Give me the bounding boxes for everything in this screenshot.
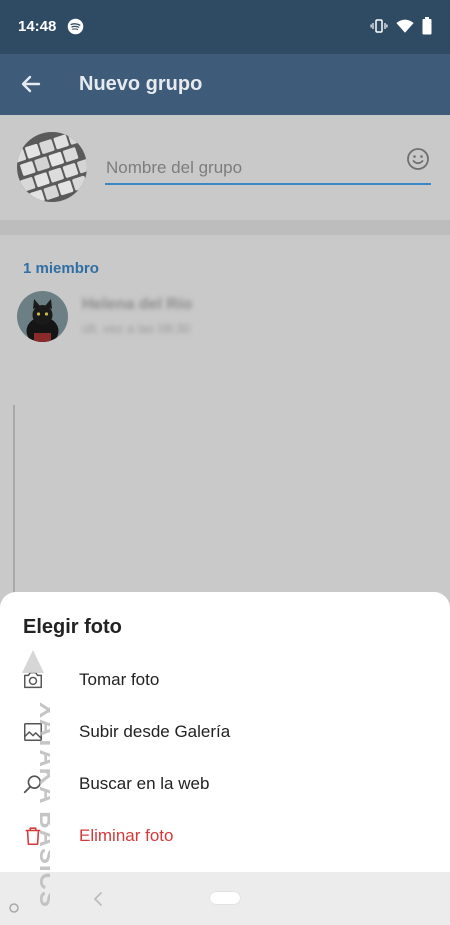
app-bar: Nuevo grupo <box>0 54 450 115</box>
upload-gallery-label: Subir desde Galería <box>79 722 231 741</box>
page-title: Nuevo grupo <box>79 73 203 95</box>
arrow-left-icon[interactable] <box>19 72 43 96</box>
member-avatar <box>17 291 68 342</box>
take-photo-label: Tomar foto <box>79 670 160 689</box>
sheet-title: Elegir foto <box>23 616 122 638</box>
delete-photo-label: Eliminar foto <box>79 826 174 845</box>
member-row[interactable]: Helena del Río últ. vez a las 08:30 <box>0 288 450 348</box>
members-count-label: 1 miembro <box>23 260 99 277</box>
group-header <box>0 115 450 220</box>
choose-photo-sheet: Elegir foto Tomar foto Subir desde Galer… <box>0 592 450 872</box>
search-web-label: Buscar en la web <box>79 774 210 793</box>
search-icon <box>23 775 42 794</box>
spotify-icon <box>67 18 84 35</box>
nav-home-pill[interactable] <box>210 892 240 904</box>
upload-gallery-item[interactable]: Subir desde Galería <box>0 708 450 758</box>
status-bar: 14:48 <box>0 0 450 54</box>
image-icon <box>24 723 42 741</box>
delete-photo-item[interactable]: Eliminar foto <box>0 812 450 862</box>
group-photo-avatar[interactable] <box>17 132 87 202</box>
search-web-item[interactable]: Buscar en la web <box>0 760 450 810</box>
section-divider <box>0 220 450 235</box>
trash-icon <box>25 827 41 846</box>
status-icons <box>370 17 432 35</box>
member-name: Helena del Río <box>82 296 193 313</box>
group-name-input[interactable] <box>105 153 431 185</box>
status-time: 14:48 <box>18 18 57 35</box>
smiley-icon[interactable] <box>406 147 430 171</box>
camera-icon <box>24 671 42 689</box>
take-photo-item[interactable]: Tomar foto <box>0 656 450 706</box>
wifi-icon <box>396 19 414 33</box>
battery-icon <box>422 17 432 35</box>
member-last-seen: últ. vez a las 08:30 <box>82 321 191 336</box>
vibrate-icon <box>370 19 388 33</box>
nav-back-icon[interactable] <box>92 891 104 907</box>
system-nav-bar <box>0 872 450 925</box>
